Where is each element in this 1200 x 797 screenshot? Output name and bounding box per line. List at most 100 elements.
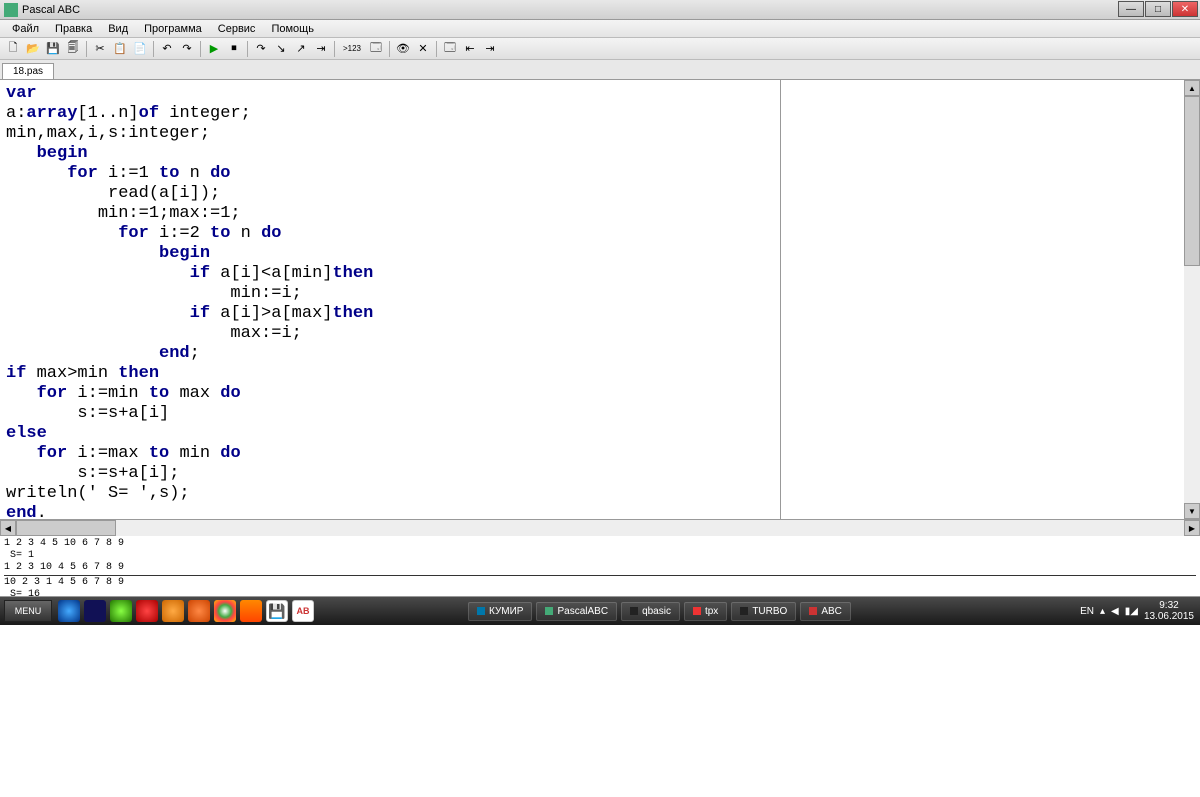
stepout-button[interactable]: ↗ <box>292 40 310 58</box>
new-button[interactable]: 🗋 <box>4 40 22 58</box>
kw-to: to <box>149 384 169 403</box>
orange-icon[interactable] <box>162 600 184 622</box>
vertical-scrollbar[interactable]: ▲ ▼ <box>1184 80 1200 519</box>
app-icon <box>4 3 18 17</box>
orange2-icon[interactable] <box>188 600 210 622</box>
menu-service[interactable]: Сервис <box>210 21 264 37</box>
code-content[interactable]: var a:array[1..n]of integer; min,max,i,s… <box>0 80 780 519</box>
system-tray: EN ▴ ◀ ▮◢ 9:32 13.06.2015 <box>1080 600 1200 622</box>
undo-button[interactable]: ↶ <box>158 40 176 58</box>
clock[interactable]: 9:32 13.06.2015 <box>1144 600 1194 622</box>
separator <box>436 41 437 57</box>
kw-do: do <box>261 224 281 243</box>
eye-button[interactable]: 👁 <box>394 40 412 58</box>
speaker-icon[interactable]: ◀ <box>1111 606 1119 617</box>
tabbar: 18.pas <box>0 60 1200 80</box>
kw-var: var <box>6 84 37 103</box>
copy-button[interactable]: 📋 <box>111 40 129 58</box>
cut-button[interactable]: ✂ <box>91 40 109 58</box>
save-button[interactable]: 💾 <box>44 40 62 58</box>
watch-button[interactable]: 🗔 <box>367 40 385 58</box>
ie-icon[interactable] <box>58 600 80 622</box>
tray-up-icon[interactable]: ▴ <box>1100 606 1105 617</box>
window-title: Pascal ABC <box>22 4 80 16</box>
app-icon-2[interactable] <box>84 600 106 622</box>
saveall-button[interactable]: 🗐 <box>64 40 82 58</box>
separator <box>247 41 248 57</box>
output-rule <box>4 575 1196 576</box>
kw-then: then <box>332 304 373 323</box>
redo-button[interactable]: ↷ <box>178 40 196 58</box>
scroll-up-icon[interactable]: ▲ <box>1184 80 1200 96</box>
kw-for: for <box>37 444 68 463</box>
abc-icon <box>809 607 817 615</box>
stepover-button[interactable]: ↷ <box>252 40 270 58</box>
scroll-left-icon[interactable]: ◀ <box>0 520 16 536</box>
kw-if: if <box>6 364 26 383</box>
kumir-icon <box>477 607 485 615</box>
run-button[interactable]: ▶ <box>205 40 223 58</box>
hscroll-thumb[interactable] <box>16 520 116 536</box>
task-pascal[interactable]: PascalABC <box>536 602 617 621</box>
green-icon[interactable] <box>110 600 132 622</box>
kw-do: do <box>220 384 240 403</box>
task-turbo[interactable]: TURBO <box>731 602 796 621</box>
scroll-thumb[interactable] <box>1184 96 1200 266</box>
clock-date: 13.06.2015 <box>1144 611 1194 622</box>
taskbar: MENU 💾 AB КУМИР PascalABC qbasic tpx TUR… <box>0 597 1200 625</box>
scroll-right-icon[interactable]: ▶ <box>1184 520 1200 536</box>
abc-tray-icon[interactable]: AB <box>292 600 314 622</box>
stop-button[interactable]: ⏹ <box>225 40 243 58</box>
menu-edit[interactable]: Правка <box>47 21 100 37</box>
lang-indicator[interactable]: EN <box>1080 606 1094 617</box>
kw-to: to <box>210 224 230 243</box>
kw-if: if <box>190 304 210 323</box>
kw-for: for <box>67 164 98 183</box>
network-icon[interactable]: ▮◢ <box>1125 606 1138 617</box>
kw-of: of <box>139 104 159 123</box>
task-qbasic[interactable]: qbasic <box>621 602 680 621</box>
close-output-button[interactable]: ✕ <box>414 40 432 58</box>
align1-button[interactable]: ⇤ <box>461 40 479 58</box>
start-button[interactable]: MENU <box>4 600 52 622</box>
menu-help[interactable]: Помощь <box>263 21 322 37</box>
paste-button[interactable]: 📄 <box>131 40 149 58</box>
kw-then: then <box>118 364 159 383</box>
media-icon[interactable] <box>240 600 262 622</box>
menu-program[interactable]: Программа <box>136 21 210 37</box>
scroll-down-icon[interactable]: ▼ <box>1184 503 1200 519</box>
stepinto-button[interactable]: ↘ <box>272 40 290 58</box>
menu-file[interactable]: Файл <box>4 21 47 37</box>
save-tray-icon[interactable]: 💾 <box>266 600 288 622</box>
tpx-icon <box>693 607 701 615</box>
task-abc[interactable]: ABC <box>800 602 851 621</box>
vars-button[interactable]: >123 <box>339 40 365 58</box>
toolbar: 🗋 📂 💾 🗐 ✂ 📋 📄 ↶ ↷ ▶ ⏹ ↷ ↘ ↗ ⇥ >123 🗔 👁 ✕… <box>0 38 1200 60</box>
horizontal-scrollbar[interactable]: ◀ ▶ <box>0 520 1200 536</box>
chrome-icon[interactable] <box>214 600 236 622</box>
maximize-button[interactable]: □ <box>1145 1 1171 17</box>
separator <box>153 41 154 57</box>
kw-do: do <box>210 164 230 183</box>
file-tab[interactable]: 18.pas <box>2 63 54 79</box>
kw-if: if <box>190 264 210 283</box>
kw-begin: begin <box>37 144 88 163</box>
kw-then: then <box>332 264 373 283</box>
form-button[interactable]: 🗔 <box>441 40 459 58</box>
minimize-button[interactable]: — <box>1118 1 1144 17</box>
toend-button[interactable]: ⇥ <box>312 40 330 58</box>
open-button[interactable]: 📂 <box>24 40 42 58</box>
task-tpx[interactable]: tpx <box>684 602 727 621</box>
red-icon[interactable] <box>136 600 158 622</box>
close-button[interactable]: ✕ <box>1172 1 1198 17</box>
code-editor[interactable]: var a:array[1..n]of integer; min,max,i,s… <box>0 80 780 519</box>
output-pane[interactable]: 1 2 3 4 5 10 6 7 8 9 S= 1 1 2 3 10 4 5 6… <box>0 536 1200 597</box>
kw-begin: begin <box>159 244 210 263</box>
task-kumir[interactable]: КУМИР <box>468 602 532 621</box>
align2-button[interactable]: ⇥ <box>481 40 499 58</box>
kw-else: else <box>6 424 47 443</box>
kw-do: do <box>220 444 240 463</box>
separator <box>389 41 390 57</box>
menu-view[interactable]: Вид <box>100 21 136 37</box>
separator <box>334 41 335 57</box>
